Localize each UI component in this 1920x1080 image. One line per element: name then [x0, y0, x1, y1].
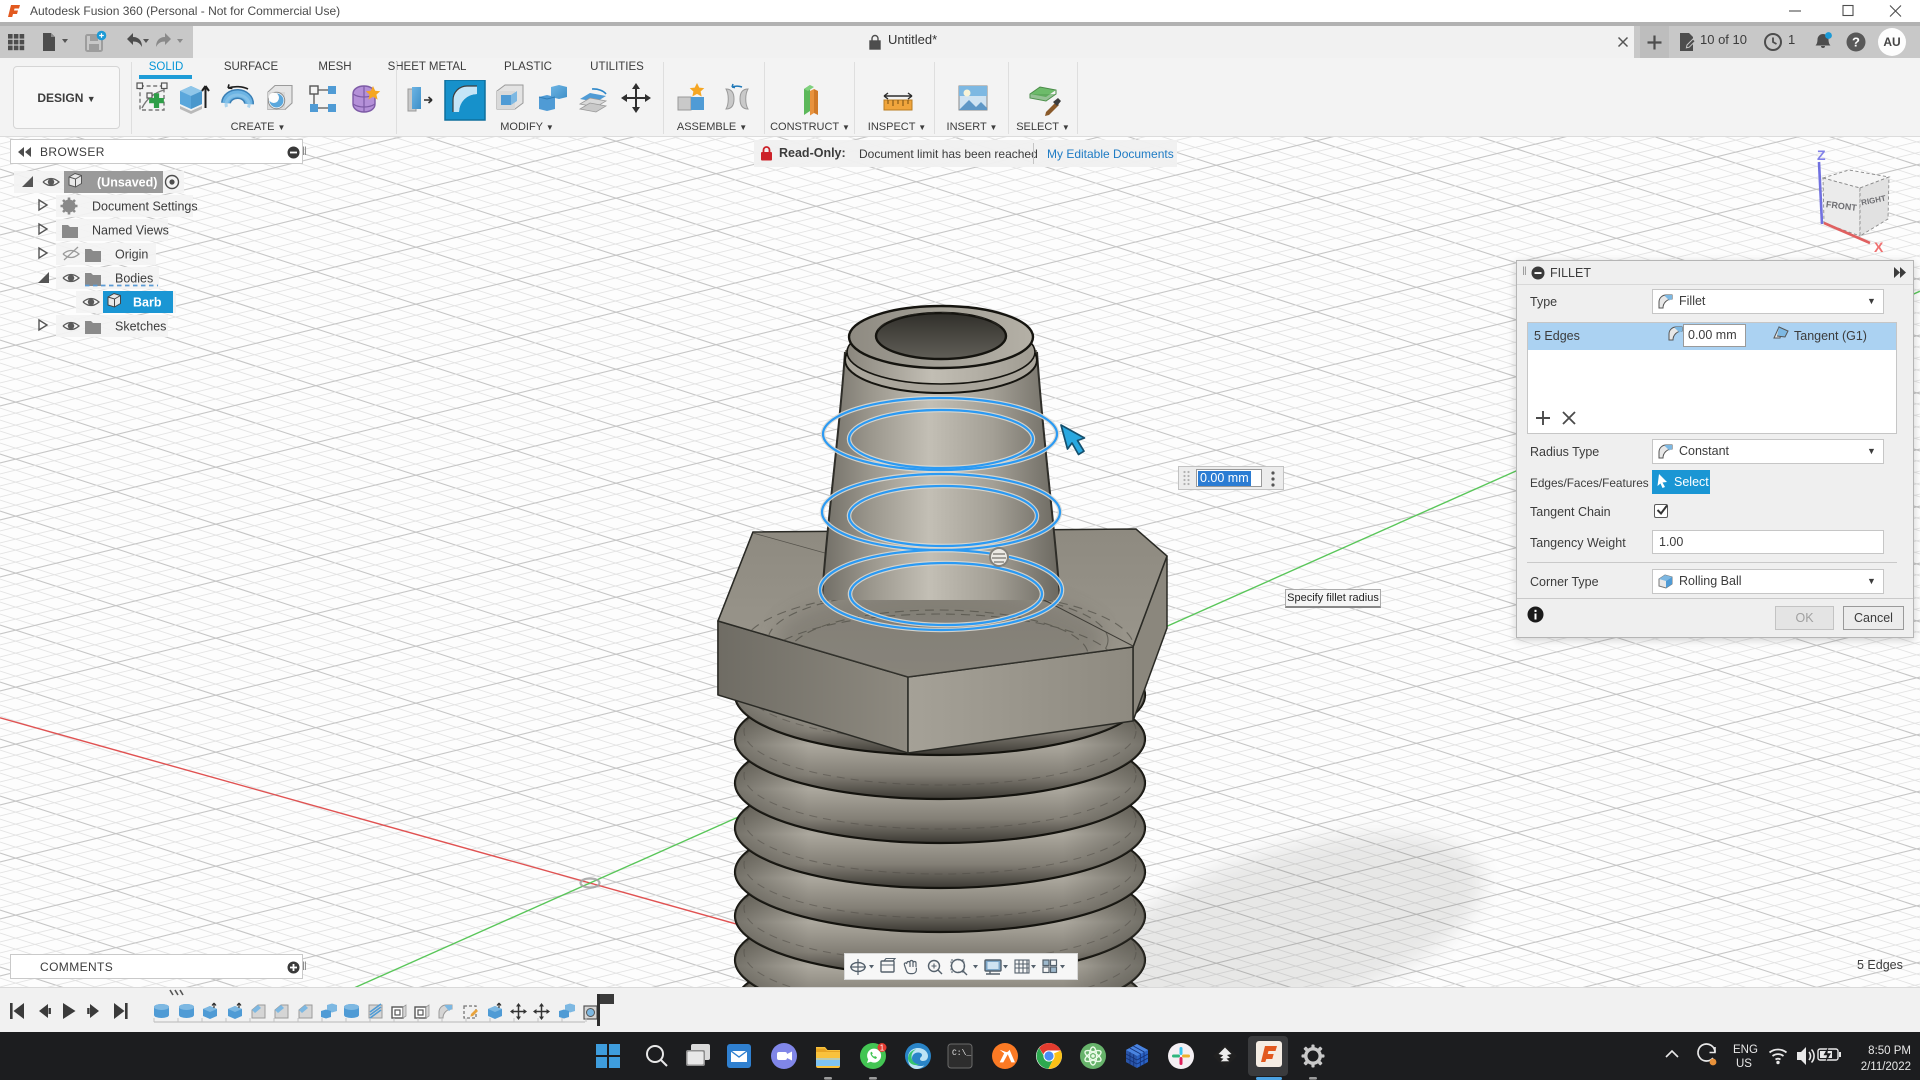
svg-text:Named Views: Named Views [92, 224, 169, 238]
svg-text:Document Settings: Document Settings [92, 200, 198, 214]
svg-text:US: US [1736, 1058, 1752, 1070]
svg-text:ENG: ENG [1733, 1044, 1758, 1056]
svg-text:8:50 PM: 8:50 PM [1868, 1045, 1911, 1057]
svg-text:Sketches: Sketches [115, 320, 166, 334]
svg-text:X: X [1874, 239, 1884, 255]
svg-text:?: ? [1852, 35, 1860, 50]
svg-text:Z: Z [1817, 147, 1826, 163]
svg-text:Barb: Barb [133, 296, 162, 310]
svg-text:1: 1 [880, 1044, 885, 1053]
svg-text:C:\_: C:\_ [952, 1049, 971, 1058]
svg-text:(Unsaved): (Unsaved) [97, 176, 157, 190]
svg-text:Origin: Origin [115, 248, 148, 262]
svg-text:2/11/2022: 2/11/2022 [1861, 1061, 1911, 1073]
svg-text:Bodies: Bodies [115, 272, 153, 286]
